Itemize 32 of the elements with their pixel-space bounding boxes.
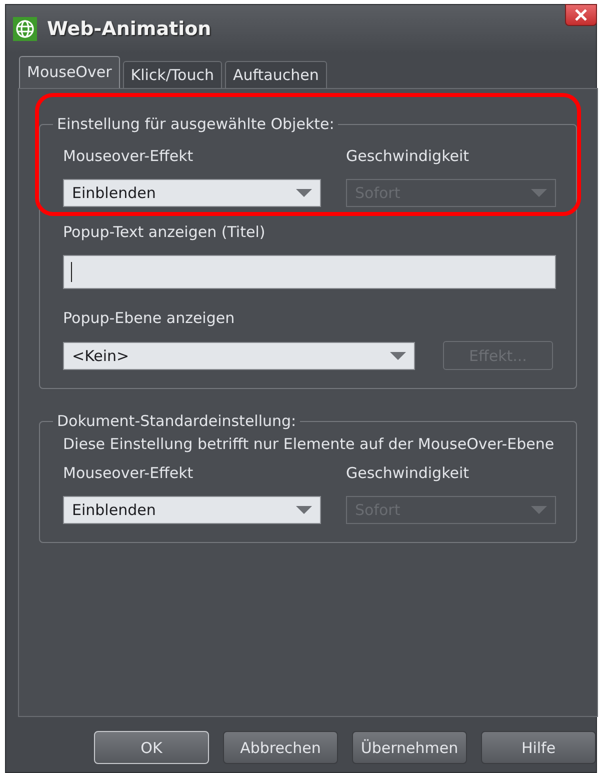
field-label: Geschwindigkeit (346, 147, 470, 165)
caret-icon (531, 506, 547, 514)
caret-icon (390, 352, 406, 360)
window-title: Web-Animation (47, 18, 212, 40)
field-label: Geschwindigkeit (346, 464, 470, 482)
dialog-button[interactable]: Übernehmen (352, 731, 467, 764)
tab[interactable]: MouseOver (19, 56, 120, 88)
group-title: Einstellung für ausgewählte Objekte: (56, 115, 336, 133)
description-text: Diese Einstellung betrifft nur Elemente auf der MouseOver-Ebene (63, 434, 556, 454)
close-button[interactable] (565, 4, 597, 26)
field-label: Popup-Ebene anzeigen (63, 309, 236, 327)
dropdown[interactable]: Einblenden (63, 496, 321, 524)
dropdown-value: <Kein> (72, 346, 130, 364)
caret-icon (296, 189, 312, 197)
caret-icon (531, 189, 547, 197)
tab[interactable]: Auftauchen (224, 61, 327, 88)
field-label: Popup-Text anzeigen (Titel) (63, 223, 266, 241)
dialog-button[interactable]: Hilfe (481, 731, 596, 764)
tab[interactable]: Klick/Touch (122, 61, 222, 88)
globe-icon (13, 17, 37, 41)
text-field[interactable] (63, 255, 556, 289)
field-label: Mouseover-Effekt (63, 464, 194, 482)
close-icon (575, 9, 587, 21)
dropdown-value: Einblenden (72, 184, 157, 202)
dropdown[interactable]: <Kein> (63, 342, 415, 370)
group-title: Dokument-Standardeinstellung: (56, 412, 298, 430)
caret-icon (296, 506, 312, 514)
dialog-button[interactable]: OK (94, 731, 209, 764)
dropdown[interactable]: Einblenden (63, 179, 321, 207)
dropdown-value: Einblenden (72, 501, 157, 519)
field-label: Mouseover-Effekt (63, 147, 194, 165)
dialog-button[interactable]: Abbrechen (223, 731, 338, 764)
